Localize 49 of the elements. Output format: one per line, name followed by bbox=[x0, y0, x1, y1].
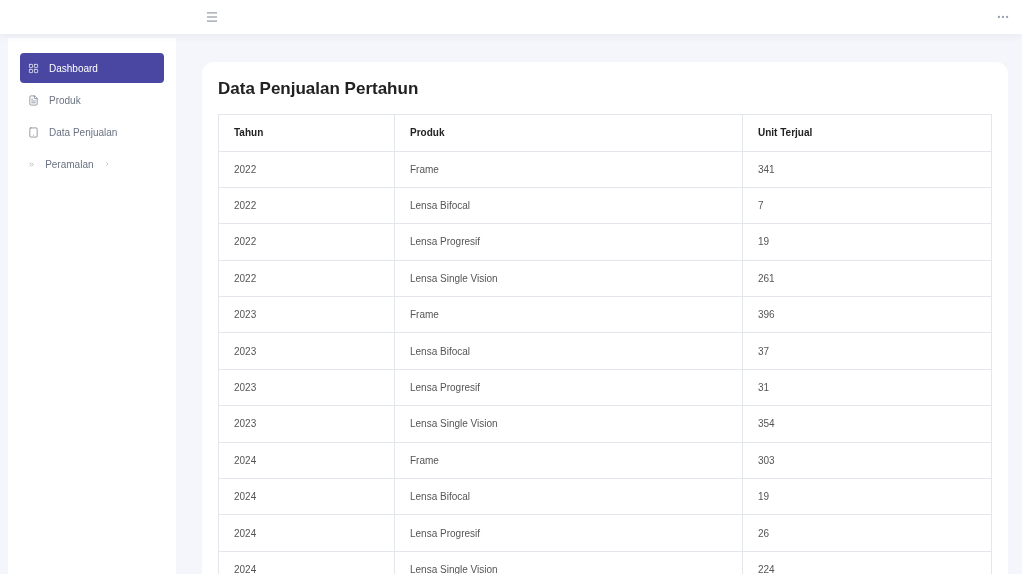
menu-icon bbox=[205, 10, 219, 24]
table-cell: Lensa Progresif bbox=[410, 382, 481, 394]
table-cell: 2024 bbox=[234, 527, 257, 539]
grid-icon bbox=[28, 62, 39, 74]
table-cell: 26 bbox=[758, 527, 770, 539]
sidebar-item[interactable]: Dashboard bbox=[20, 53, 164, 83]
table-cell: 2024 bbox=[234, 454, 257, 466]
table-cell: Lensa Single Vision bbox=[410, 272, 498, 284]
table-cell: Frame bbox=[410, 309, 439, 321]
page-title: Data Penjualan Pertahun bbox=[218, 78, 420, 100]
table-cell: 19 bbox=[758, 491, 770, 503]
table-cell: Lensa Bifocal bbox=[410, 345, 471, 357]
table-cell: 2024 bbox=[234, 564, 257, 574]
table-cell: Frame bbox=[410, 163, 439, 175]
column-header: Tahun bbox=[234, 127, 264, 138]
table-cell: 354 bbox=[758, 418, 775, 430]
table-cell: 341 bbox=[758, 163, 775, 175]
table-cell: 19 bbox=[758, 236, 770, 248]
column-header: Unit Terjual bbox=[758, 127, 813, 138]
table-cell: 2024 bbox=[234, 491, 257, 503]
tablet-icon bbox=[28, 126, 39, 138]
table-cell: Lensa Bifocal bbox=[410, 491, 471, 503]
table-cell: 2022 bbox=[234, 236, 257, 248]
table-cell: 31 bbox=[758, 382, 770, 394]
sidebar-item[interactable]: Peramalan bbox=[20, 149, 164, 179]
table-cell: 37 bbox=[758, 345, 770, 357]
sidebar-item[interactable]: Produk bbox=[20, 85, 164, 115]
table-cell: 2022 bbox=[234, 272, 257, 284]
chevron-icon bbox=[103, 159, 110, 169]
column-header: Produk bbox=[410, 127, 445, 138]
menu-button[interactable] bbox=[205, 10, 219, 24]
table-cell: 7 bbox=[758, 200, 764, 212]
table-cell: Lensa Progresif bbox=[410, 236, 481, 248]
document-icon bbox=[28, 94, 39, 106]
sidebar-item[interactable]: Data Penjualan bbox=[20, 117, 164, 147]
table-cell: 2023 bbox=[234, 418, 257, 430]
table-cell: 2023 bbox=[234, 309, 257, 321]
table-cell: Lensa Bifocal bbox=[410, 200, 471, 212]
table-cell: Lensa Progresif bbox=[410, 527, 481, 539]
table-cell: 224 bbox=[758, 564, 775, 574]
table-cell: 2023 bbox=[234, 382, 257, 394]
table-cell: 2022 bbox=[234, 200, 257, 212]
table-cell: Frame bbox=[410, 454, 439, 466]
table-cell: 2023 bbox=[234, 345, 257, 357]
table-cell: 2022 bbox=[234, 163, 257, 175]
table-cell: 303 bbox=[758, 454, 775, 466]
table-cell: Lensa Single Vision bbox=[410, 418, 498, 430]
table-cell: 396 bbox=[758, 309, 775, 321]
table-cell: 261 bbox=[758, 272, 775, 284]
